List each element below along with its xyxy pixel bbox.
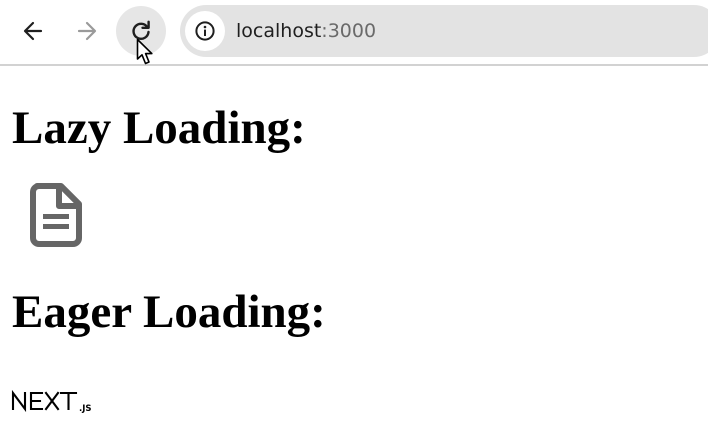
forward-button[interactable]	[62, 6, 112, 56]
eager-loading-heading: Eager Loading:	[12, 286, 326, 338]
svg-text:.JS: .JS	[79, 404, 92, 414]
arrow-right-icon	[77, 21, 97, 41]
address-bar[interactable]: localhost:3000	[180, 5, 708, 57]
arrow-left-icon	[23, 21, 43, 41]
nextjs-logo-image: .JS	[11, 390, 92, 414]
broken-image-placeholder-icon	[30, 183, 82, 247]
back-button[interactable]	[8, 6, 58, 56]
browser-toolbar: localhost:3000	[0, 0, 708, 66]
mouse-cursor-icon	[136, 38, 153, 65]
site-info-button[interactable]	[185, 11, 225, 51]
url-host: localhost	[236, 20, 322, 42]
url-port: :3000	[321, 20, 377, 42]
url-text[interactable]: localhost:3000	[236, 20, 376, 42]
info-icon	[195, 21, 215, 41]
lazy-loading-heading: Lazy Loading:	[12, 102, 306, 154]
